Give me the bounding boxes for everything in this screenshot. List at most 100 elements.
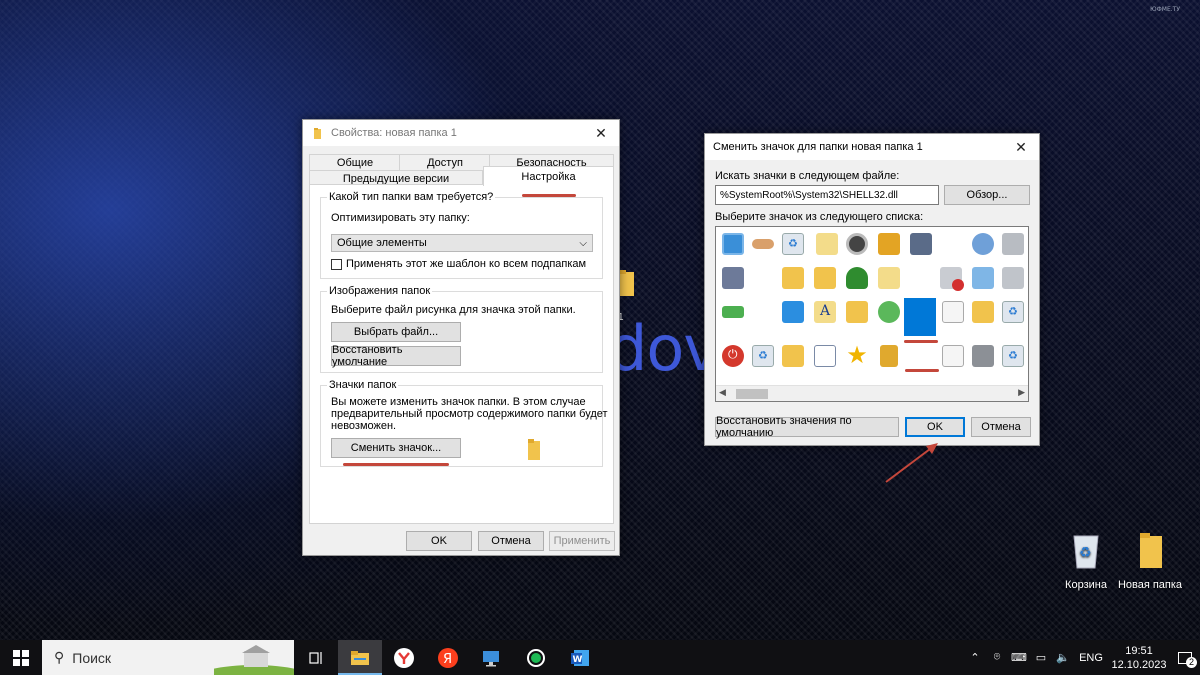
folder-tools-icon[interactable]: [778, 341, 808, 371]
window-gear-icon[interactable]: [906, 229, 936, 259]
network-globe-icon[interactable]: [968, 229, 998, 259]
monitor-blue-icon[interactable]: [778, 297, 808, 327]
recycle-bin-icon[interactable]: ♻: [748, 341, 778, 371]
computer-shortcut-icon[interactable]: [718, 263, 748, 293]
remote-desktop-button[interactable]: [470, 640, 514, 675]
power-icon[interactable]: ⏻: [718, 341, 748, 371]
folder-monitor-icon[interactable]: [842, 297, 872, 327]
volume-icon[interactable]: 🔈: [1052, 651, 1074, 664]
error-drive-icon[interactable]: [936, 263, 966, 293]
folder-up-arrow-icon[interactable]: [874, 263, 904, 293]
printer-icon[interactable]: [998, 229, 1028, 259]
sync-arrows-icon[interactable]: [874, 297, 904, 327]
webcam-icon[interactable]: ⌾: [986, 651, 1008, 664]
star-icon[interactable]: ★: [842, 341, 872, 371]
search-key-icon[interactable]: [874, 229, 904, 259]
desktop-icon-new-folder[interactable]: Новая папка: [1115, 530, 1185, 591]
apply-button[interactable]: Применить: [549, 531, 615, 551]
apply-template-checkbox[interactable]: [331, 259, 342, 270]
icon-list[interactable]: ♻ A ♻ ⏻ ♻ ★ ♻ ◀ ▶: [715, 226, 1029, 402]
printer-arrow-icon[interactable]: [968, 341, 998, 371]
folder-tools-icon[interactable]: [778, 263, 808, 293]
taskbar-search[interactable]: ⚲ Поиск: [42, 640, 294, 675]
file-explorer-icon: [351, 650, 369, 665]
optimize-select[interactable]: Общие элементы ⌵: [331, 234, 593, 252]
group-title: Изображения папок: [327, 285, 433, 297]
folder-pictures-group: Изображения папок Выберите файл рисунка …: [320, 285, 603, 373]
hand-icon[interactable]: [748, 229, 778, 259]
network-icon[interactable]: ▭: [1030, 651, 1052, 664]
chevron-up-icon[interactable]: ⌃: [964, 651, 986, 664]
cancel-button[interactable]: Отмена: [971, 417, 1031, 437]
tab-general[interactable]: Общие: [309, 154, 401, 170]
desktop-icon-label: Корзина: [1065, 579, 1107, 591]
tab-sharing[interactable]: Доступ: [399, 154, 491, 170]
document-grid-icon[interactable]: [812, 229, 842, 259]
recycle-bin-icon: ♻: [1073, 535, 1099, 569]
corner-watermark: ЮФМЕ.ТУ: [1150, 6, 1180, 13]
task-view-button[interactable]: [294, 640, 338, 675]
input-keyboard-icon[interactable]: ⌨: [1008, 651, 1030, 664]
tab-customize[interactable]: Настройка: [483, 166, 614, 186]
ok-button[interactable]: OK: [406, 531, 472, 551]
apply-template-label: Применять этот же шаблон ко всем подпапк…: [346, 258, 587, 270]
notification-count: 2: [1186, 657, 1197, 668]
horizontal-scrollbar[interactable]: ◀ ▶: [716, 385, 1028, 401]
scrollbar-thumb[interactable]: [736, 389, 768, 399]
browse-button[interactable]: Обзор...: [944, 185, 1030, 205]
blank-selected-icon[interactable]: [903, 297, 937, 337]
chevron-right-icon[interactable]: ▶: [1018, 387, 1025, 398]
change-icon-title-bar[interactable]: Сменить значок для папки новая папка 1 ✕: [705, 134, 1039, 160]
start-button[interactable]: [0, 640, 42, 675]
close-icon[interactable]: ✕: [591, 123, 611, 143]
folder-properties-window: Свойства: новая папка 1 ✕ Общие Доступ Б…: [302, 119, 620, 556]
arrow-drive-icon[interactable]: [718, 297, 748, 327]
cancel-button[interactable]: Отмена: [478, 531, 544, 551]
ok-button[interactable]: OK: [905, 417, 965, 437]
remote-desktop-icon: [483, 650, 499, 666]
close-icon[interactable]: ✕: [1011, 137, 1031, 157]
lock-icon[interactable]: [874, 341, 904, 371]
pages-icon[interactable]: [938, 297, 968, 327]
chevron-left-icon[interactable]: ◀: [719, 387, 726, 398]
icon-file-path-input[interactable]: %SystemRoot%\System32\SHELL32.dll: [715, 185, 939, 205]
control-panel-icon[interactable]: [968, 263, 998, 293]
yandex-button[interactable]: Я: [426, 640, 470, 675]
notifications-button[interactable]: 2: [1170, 640, 1200, 675]
choose-file-button[interactable]: Выбрать файл...: [331, 322, 461, 342]
monitor-icon[interactable]: [718, 229, 748, 259]
green-app-button[interactable]: [514, 640, 558, 675]
checklist-icon[interactable]: [810, 341, 840, 371]
tree-icon[interactable]: [842, 263, 872, 293]
change-icon-window: Сменить значок для папки новая папка 1 ✕…: [704, 133, 1040, 446]
folder-print-icon[interactable]: [968, 297, 998, 327]
language-indicator[interactable]: ENG: [1074, 652, 1108, 664]
change-icon-button[interactable]: Сменить значок...: [331, 438, 461, 458]
recycle-bin-icon[interactable]: ♻: [778, 229, 808, 259]
yandex-browser-icon: [394, 647, 414, 668]
icon-list-label: Выберите значок из следующего списка:: [715, 211, 924, 223]
annotation-underline: [905, 369, 939, 372]
restore-default-button[interactable]: Восстановить умолчание: [331, 344, 461, 368]
folder-pictures-description: Выберите файл рисунка для значка этой па…: [331, 304, 576, 316]
word-button[interactable]: W: [558, 640, 602, 675]
folder-icon: [314, 128, 321, 139]
desktop-icon-recycle-bin[interactable]: ♻ Корзина: [1051, 530, 1121, 591]
file-explorer-button[interactable]: [338, 640, 382, 675]
restore-defaults-button[interactable]: Восстановить значения по умолчанию: [715, 415, 899, 439]
recycle-bin-icon[interactable]: ♻: [998, 341, 1028, 371]
optimize-select-value: Общие элементы: [337, 237, 427, 249]
folder-printer-icon[interactable]: [810, 263, 840, 293]
properties-title-bar[interactable]: Свойства: новая папка 1 ✕: [303, 120, 619, 146]
recycle-bin-icon[interactable]: ♻: [998, 297, 1028, 327]
properties-title: Свойства: новая папка 1: [331, 127, 457, 139]
magnifier-icon[interactable]: [938, 341, 968, 371]
yandex-browser-button[interactable]: [382, 640, 426, 675]
cd-drive-icon[interactable]: [842, 229, 872, 259]
change-icon-title: Сменить значок для папки новая папка 1: [713, 141, 923, 153]
clock[interactable]: 19:51 12.10.2023: [1108, 644, 1170, 672]
printer-stack-icon[interactable]: [998, 263, 1028, 293]
folder-icons-description-line: предварительный просмотр содержимого пап…: [331, 408, 608, 420]
folder-font-icon[interactable]: A: [810, 297, 840, 327]
folder-icons-group: Значки папок Вы можете изменить значок п…: [320, 379, 608, 467]
